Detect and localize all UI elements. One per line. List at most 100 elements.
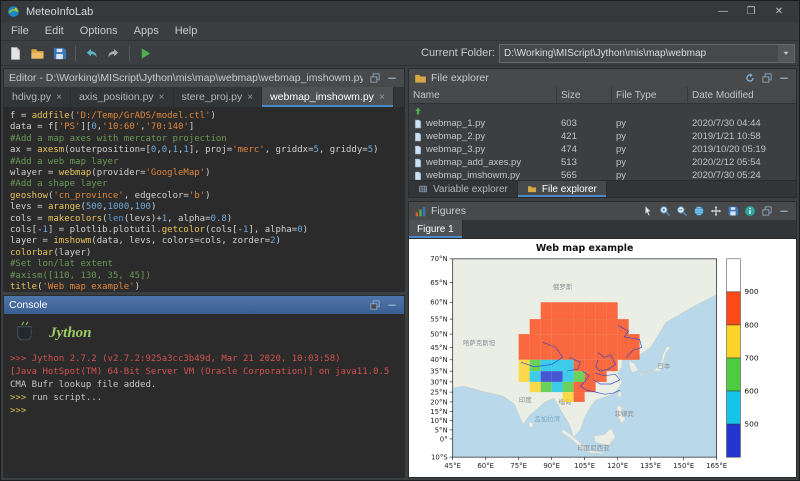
svg-text:日本: 日本 xyxy=(657,361,670,370)
console-panel: Console Jython >>> Jython 2.7.2 (v2.7.2:… xyxy=(3,295,405,478)
toolbar-separator xyxy=(129,46,130,61)
folder-icon xyxy=(414,72,427,85)
figure-tab-label: Figure 1 xyxy=(417,224,454,235)
float-icon[interactable] xyxy=(367,71,382,86)
editor-tab-stere_proj.py[interactable]: stere_proj.py × xyxy=(174,87,263,107)
app-logo-icon xyxy=(7,5,20,18)
figure-canvas-area[interactable]: 俄罗斯哈萨克斯坦日本印度缅甸孟加拉湾菲律宾印度尼西亚Web map exampl… xyxy=(409,239,796,477)
open-folder-button[interactable] xyxy=(27,43,48,64)
new-script-button[interactable] xyxy=(5,43,26,64)
console-line-1: >>> Jython 2.7.2 (v2.7.2:925a3cc3b49d, M… xyxy=(10,353,398,366)
zoom-in-icon[interactable] xyxy=(657,204,672,219)
save-icon[interactable] xyxy=(725,204,740,219)
console-body[interactable]: Jython >>> Jython 2.7.2 (v2.7.2:925a3cc3… xyxy=(4,314,404,477)
file-row-webmap_2.py[interactable]: webmap_2.py421py2019/1/21 10:58 xyxy=(409,130,796,143)
menu-options[interactable]: Options xyxy=(72,22,126,40)
float-icon[interactable] xyxy=(759,204,774,219)
svg-text:俄罗斯: 俄罗斯 xyxy=(553,282,573,291)
minimize-button[interactable]: — xyxy=(709,1,737,22)
tab-close-icon[interactable]: × xyxy=(379,92,385,103)
console-line-2: [Java HotSpot(TM) 64-Bit Server VM (Orac… xyxy=(10,366,398,379)
file-table-rows: webmap_1.py603py2020/7/30 04:44webmap_2.… xyxy=(409,104,796,180)
figures-header: Figures xyxy=(409,202,796,220)
file-row-webmap_3.py[interactable]: webmap_3.py474py2019/10/20 05:19 xyxy=(409,143,796,156)
svg-text:印度: 印度 xyxy=(519,395,532,404)
svg-text:165°E: 165°E xyxy=(706,462,727,470)
code-line-16: title('Web map example') xyxy=(10,282,404,291)
editor-tab-hdivg.py[interactable]: hdivg.py× xyxy=(4,87,71,107)
column-header-date-modified[interactable]: Date Modified xyxy=(688,87,796,103)
svg-text:哈萨克斯坦: 哈萨克斯坦 xyxy=(463,338,496,347)
float-icon[interactable] xyxy=(759,71,774,86)
menu-edit[interactable]: Edit xyxy=(37,22,72,40)
zoom-out-icon[interactable] xyxy=(674,204,689,219)
code-line-10: cols = makecolors(len(levs)+1, alpha=0.8… xyxy=(10,214,404,225)
hide-icon[interactable] xyxy=(384,298,399,313)
redo-button[interactable] xyxy=(103,43,124,64)
file-type-cell: py xyxy=(612,143,688,156)
file-table-header: NameSizeFile TypeDate Modified xyxy=(409,87,796,104)
maximize-button[interactable]: ❐ xyxy=(737,1,765,22)
column-header-name[interactable]: Name xyxy=(409,87,557,103)
run-button[interactable] xyxy=(135,43,156,64)
undo-button[interactable] xyxy=(81,43,102,64)
file-size-cell: 603 xyxy=(557,117,612,130)
console-panel-controls xyxy=(367,298,399,313)
file-row-webmap_add_axes.py[interactable]: webmap_add_axes.py513py2020/2/12 05:54 xyxy=(409,156,796,169)
code-area[interactable]: f = addfile('D:/Temp/GrADS/model.ctl')da… xyxy=(4,108,404,291)
tab-file-explorer[interactable]: File explorer xyxy=(518,181,607,197)
tab-close-icon[interactable]: × xyxy=(159,92,165,103)
explorer-bottom-tabs: Variable explorerFile explorer xyxy=(409,180,796,197)
tab-close-icon[interactable]: × xyxy=(247,92,253,103)
parent-directory-row[interactable] xyxy=(409,104,796,117)
float-icon[interactable] xyxy=(367,298,382,313)
column-header-size[interactable]: Size xyxy=(557,87,612,103)
file-row-webmap_imshowm.py[interactable]: webmap_imshowm.py565py2020/7/30 05:24 xyxy=(409,169,796,180)
file-name-cell: webmap_imshowm.py xyxy=(409,169,557,180)
current-folder-combobox[interactable]: D:\Working\MIScript\Jython\mis\map\webma… xyxy=(499,44,795,63)
svg-text:10°N: 10°N xyxy=(430,417,448,425)
menu-help[interactable]: Help xyxy=(167,22,206,40)
pan-icon[interactable] xyxy=(708,204,723,219)
menu-apps[interactable]: Apps xyxy=(126,22,167,40)
save-button[interactable] xyxy=(49,43,70,64)
close-button[interactable]: ✕ xyxy=(765,1,793,22)
refresh-icon[interactable] xyxy=(742,71,757,86)
tab-variable-explorer[interactable]: Variable explorer xyxy=(409,181,518,197)
editor-tab-axis_position.py[interactable]: axis_position.py× xyxy=(71,87,174,107)
svg-text:500: 500 xyxy=(744,420,758,429)
column-header-file-type[interactable]: File Type xyxy=(612,87,688,103)
file-name-cell: webmap_2.py xyxy=(409,130,557,143)
file-name-cell: webmap_add_axes.py xyxy=(409,156,557,169)
console-panel-header: Console xyxy=(4,296,404,314)
jython-logo-text: Jython xyxy=(49,327,92,340)
file-type-cell: py xyxy=(612,117,688,130)
code-line-12: layer = imshowm(data, levs, colors=cols,… xyxy=(10,236,404,247)
file-date-cell: 2020/7/30 05:24 xyxy=(688,169,796,180)
hide-icon[interactable] xyxy=(384,71,399,86)
svg-text:150°E: 150°E xyxy=(673,462,694,470)
code-line-9: levs = arange(500,1000,100) xyxy=(10,202,404,213)
svg-text:75°E: 75°E xyxy=(510,462,527,470)
svg-text:孟加拉湾: 孟加拉湾 xyxy=(534,414,560,423)
menu-file[interactable]: File xyxy=(3,22,37,40)
titlebar: MeteoInfoLab — ❐ ✕ xyxy=(1,1,799,22)
file-row-webmap_1.py[interactable]: webmap_1.py603py2020/7/30 04:44 xyxy=(409,117,796,130)
hide-icon[interactable] xyxy=(776,204,791,219)
current-folder-dropdown-icon[interactable] xyxy=(778,45,794,62)
tab-label: stere_proj.py xyxy=(182,91,243,103)
figure-1-tab[interactable]: Figure 1 xyxy=(409,220,463,238)
svg-text:120°E: 120°E xyxy=(607,462,628,470)
select-icon[interactable] xyxy=(640,204,655,219)
file-explorer-controls xyxy=(742,71,791,86)
jython-logo: Jython xyxy=(12,320,398,347)
file-explorer-header: File explorer xyxy=(409,69,796,87)
hide-icon[interactable] xyxy=(776,71,791,86)
globe-icon[interactable] xyxy=(691,204,706,219)
svg-text:10°S: 10°S xyxy=(431,454,448,462)
info-icon[interactable] xyxy=(742,204,757,219)
tab-close-icon[interactable]: × xyxy=(56,92,62,103)
editor-tab-webmap_imshowm.py[interactable]: webmap_imshowm.py× xyxy=(262,87,394,107)
figures-title: Figures xyxy=(431,205,466,217)
svg-text:800: 800 xyxy=(744,320,758,329)
